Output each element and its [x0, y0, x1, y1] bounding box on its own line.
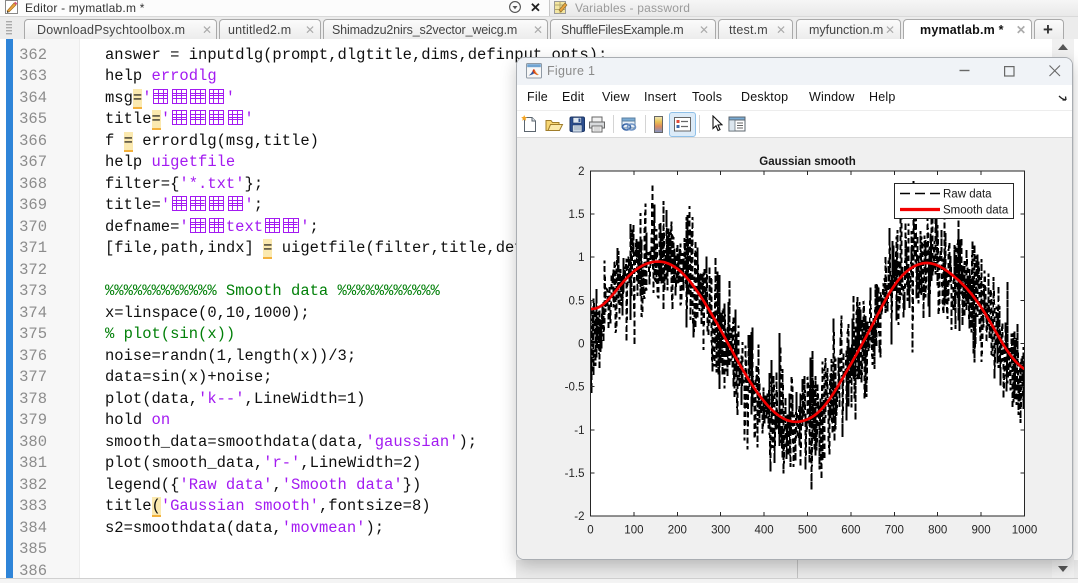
svg-text:Gaussian smooth: Gaussian smooth	[759, 156, 856, 168]
svg-text:800: 800	[928, 525, 947, 537]
svg-text:900: 900	[972, 525, 991, 537]
svg-text:-1: -1	[574, 425, 584, 437]
svg-text:600: 600	[841, 525, 860, 537]
svg-text:500: 500	[798, 525, 817, 537]
svg-text:0: 0	[587, 525, 593, 537]
svg-text:1: 1	[578, 252, 584, 264]
svg-text:100: 100	[624, 525, 643, 537]
svg-text:0: 0	[578, 339, 584, 351]
svg-text:700: 700	[885, 525, 904, 537]
svg-text:400: 400	[755, 525, 774, 537]
svg-text:Smooth data: Smooth data	[943, 205, 1009, 217]
svg-text:Raw data: Raw data	[943, 189, 992, 201]
svg-text:1000: 1000	[1012, 525, 1038, 537]
svg-text:1.5: 1.5	[569, 209, 585, 221]
svg-text:0.5: 0.5	[569, 295, 585, 307]
svg-text:-1.5: -1.5	[565, 468, 585, 480]
svg-text:2: 2	[578, 166, 584, 178]
svg-text:-2: -2	[574, 511, 584, 523]
svg-text:-0.5: -0.5	[565, 382, 585, 394]
svg-text:300: 300	[711, 525, 730, 537]
svg-text:200: 200	[668, 525, 687, 537]
